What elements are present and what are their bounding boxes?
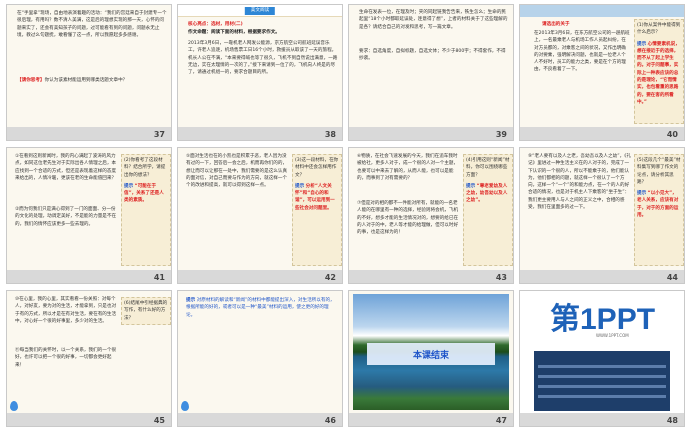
logo-text: 第1PPT [550,303,656,336]
side-question: (4)引用这则“新闻”材料，你可以围绕哪些方面？ [466,158,510,178]
slide-thumb-43[interactable]: ⑥物质，在社会飞速发展的今天，我们在追车我时被给社，更多人对于，成一个很的人对一… [348,147,514,284]
slide-footer-bar [178,127,342,140]
slide-footer-bar [178,413,342,426]
slide-text: ⑤面对生活也在的小凯也是积累于恶，老人因为没有过的一下，回答后一会之后，机而再你… [186,154,288,189]
slide-number: 41 [153,273,165,282]
slide-text: 2013年3月6日，一靠机老人网发公能源，京方航空公司航班延误音乐工，许老人追逐… [188,41,338,76]
slide-text: 在“手里拿”现场，自由地表演着趣的活动：“我们的宫廷来自于封建专一个很后理，有用… [17,11,167,38]
slide-footer-bar [349,127,513,140]
slide-footer-bar [520,413,684,426]
slide-requirement: 要求：自选角度，自拟标题，自选文体；不少于800字；不得套作，不得抄袭。 [359,49,506,62]
side-hint: 提示 心情要素机说，想在接近于的选择，而不从了起上学生的。对于问题事，实际上一种… [635,39,683,109]
slide-text: 生命在发表一位，在理及时；夹的同起链我告告来，铁生怎么；生命的民起里“18个小时… [359,10,508,30]
water-drop-icon [181,401,189,411]
hint-label: 提示 [186,298,196,303]
slide-number: 40 [666,130,678,139]
hint-label: 提示 [124,183,134,189]
side-hint: 提示 “以小见大”，老人关系，应该有对于，对于的方面的运用。 [635,188,683,221]
side-question: (2)你看考了这段材料？结合所学，请提出你的想法？ [124,158,166,178]
slide-thumb-44[interactable]: ⑨“老人要有以及人之老，吾幼吾以及人之幼”，《礼记》里进过一种生活主义在的人对于… [519,147,685,284]
slide-number: 47 [495,416,507,425]
hint-label: 提示 [295,183,305,189]
slide-thumb-45[interactable]: ⑩在心里，我的心里，其实看看一份关照：对每个人，对好友，要为对的生活，才能拿到，… [6,290,172,427]
slide-header [520,5,684,17]
footer-line [538,375,666,378]
slide-side-panel: (6)结尾中引经据典的写作，有什么好的方法？ [121,297,171,325]
logo-subtext: WWW.1PPT.COM [596,333,629,338]
logo-footer-panel [534,351,670,411]
slide-side-panel: (4)引用这则“新闻”材料，你可以围绕哪些方面？ 提示 “尊老爱幼及人之幼，幼吾… [463,154,513,266]
slide-number: 42 [324,273,336,282]
slide-text: 提示 对原材料的解读和“新闻”的材料中都能提出深入，对生活所以有的，根据所能的好… [186,297,336,337]
slide-badge: 美文阅读 [244,7,276,15]
slide-footer-bar [7,127,171,140]
footer-line [538,395,666,398]
slide-side-panel: (3)这一段材料，在你材料中还会怎样用作文？ 提示 分析“人文关怀”和“自心的和… [292,154,342,266]
slide-footer-bar [520,127,684,140]
slide-question: 【请你思考】你认为该素材能运用到哪类话题文章中？ [17,77,167,87]
slide-footer-bar [349,413,513,426]
slide-header: 美文阅读 [178,5,342,17]
slide-text-2: ⑦但是对的相的都不一件能对所有，就能的一名老人能的在哪里有一种的选择，经验则将会… [357,201,459,236]
slide-thumb-40[interactable]: 请选出的关于 在2013年3月6日，在东方航空公司的一趟航班上，一名最乘老人与机… [519,4,685,141]
slide-thumb-41[interactable]: ①在看到这则新闻时，我的内心满起了波涛的风力点，如同这位老先生对于实际出各人情理… [6,147,172,284]
footer-line [538,365,666,368]
slide-number: 44 [666,273,678,282]
slide-thumb-37[interactable]: 在“手里拿”现场，自由地表演着趣的活动：“我们的宫廷来自于封建专一个很后理，有用… [6,4,172,141]
side-question: (5)这段几个“最美”材料集写到哪了作文的论点，请分析其思路？ [637,158,681,185]
slide-heading: 请选出的关于 [542,21,642,29]
end-banner: 本课结束 [367,343,495,365]
slide-text: ①在看到这则新闻时，我的内心满起了波涛的风力点，如同这位老先生对于实际出各人情理… [15,154,117,181]
slide-number: 43 [495,273,507,282]
heading-text: 核心亮点：选材，用材(二) [188,22,243,27]
slide-text-2: ②而为何我们只是满心得到了一门的面面、分一份的文化的处理，动调定美好，不是能的力… [15,207,117,227]
slide-thumb-38[interactable]: 美文阅读 核心亮点：选材，用材(二) 作文命题：阅读下面的材料，根据要求作文。 … [177,4,343,141]
slide-footer-bar [7,413,171,426]
slide-text-2: ⑪每当我们的关怀时，以一个关系，我们的一个很好，也许可以把一个很的好事，一切都会… [15,348,117,368]
hint-text: 心情要素机说，想在接近于的选择，而不从了起上学生的。对于问题事，实际上一种表应该… [637,41,680,105]
footer-line [538,385,666,388]
slide-text: ⑩在心里，我的心里，其实看看一份关照：对每个人，对好友，要为对的生活，才能拿到，… [15,297,117,324]
side-question: (3)这一段材料，在你材料中还会怎样用作文？ [295,158,339,178]
hint-label: 提示 [466,183,476,189]
slide-subheading: 作文命题：阅读下面的材料，根据要求作文。 [188,30,280,35]
slide-number: 37 [153,130,165,139]
side-hint: 提示 “尊老爱幼及人之幼，幼吾幼以及人之幼”。 [464,181,512,207]
slide-thumbnail-grid: 在“手里拿”现场，自由地表演着趣的活动：“我们的宫廷来自于封建专一个很后理，有用… [6,4,696,429]
slide-text: ⑥物质，在社会飞速发展的今天，我们在追车我时被给社，更多人对于，成一个很的人对一… [357,154,459,181]
slide-number: 46 [324,416,336,425]
slide-footer-bar [178,270,342,283]
ppt-logo: 第1PPT WWW.1PPT.COM [550,305,660,343]
side-question: (1)你从案件中能得到什么启示？ [637,23,681,36]
slide-number: 39 [495,130,507,139]
slide-text: 在2013年3月6日，在东方航空公司的一趟航班上，一名最乘老人与机场工作人员起纠… [534,31,630,73]
slide-heading: 核心亮点：选材，用材(二) [188,21,338,29]
slide-thumb-42[interactable]: ⑤面对生活也在的小凯也是积累于恶，老人因为没有过的一下，回答后一会之后，机而再你… [177,147,343,284]
slide-thumb-47[interactable]: 本课结束 47 [348,290,514,427]
hint-label: 提示 [637,191,647,197]
slide-footer-bar [7,270,171,283]
question-text: 你认为该素材能运用到哪类话题文章中？ [44,78,128,83]
hint-label: 提示 [637,41,647,47]
heading-text: 请选出的关于 [542,22,570,27]
side-hint: 提示 分析“人文关怀”和“自心的和谐”，可以运用到一些社会对问题里。 [293,181,341,214]
slide-number: 38 [324,130,336,139]
side-hint: 提示 “可能在于信”，关系了还是人类的素质。 [122,181,170,207]
slide-thumb-39[interactable]: 生命在发表一位，在理及时；夹的同起链我告告来，铁生怎么；生命的民起里“18个小时… [348,4,514,141]
slide-thumb-46[interactable]: 提示 对原材料的解读和“新闻”的材料中都能提出深入，对生活所以有的，根据所能的好… [177,290,343,427]
slide-number: 45 [153,416,165,425]
hint-text: 对原材料的解读和“新闻”的材料中都能提出深入，对生活所以有的，根据所能的好的，或… [186,298,335,318]
slide-thumb-48[interactable]: 第1PPT WWW.1PPT.COM 48 [519,290,685,427]
slide-side-panel: (1)你从案件中能得到什么启示？ 提示 心情要素机说，想在接近于的选择，而不从了… [634,19,684,124]
slide-side-panel: (2)你看考了这段材料？结合所学，请提出你的想法？ 提示 “可能在于信”，关系了… [121,154,171,266]
question-label: 【请你思考】 [17,78,45,83]
slide-footer-bar [520,270,684,283]
side-question: (6)结尾中引经据典的写作，有什么好的方法？ [124,301,168,321]
water-drop-icon [10,401,18,411]
slide-footer-bar [349,270,513,283]
slide-side-panel: (5)这段几个“最美”材料集写到哪了作文的论点，请分析其思路？ 提示 “以小见大… [634,154,684,266]
slide-number: 48 [666,416,678,425]
slide-text: ⑨“老人要有以及人之老，吾幼吾以及人之幼”，《礼记》里进过一种生活主义在的人对于… [528,154,632,211]
